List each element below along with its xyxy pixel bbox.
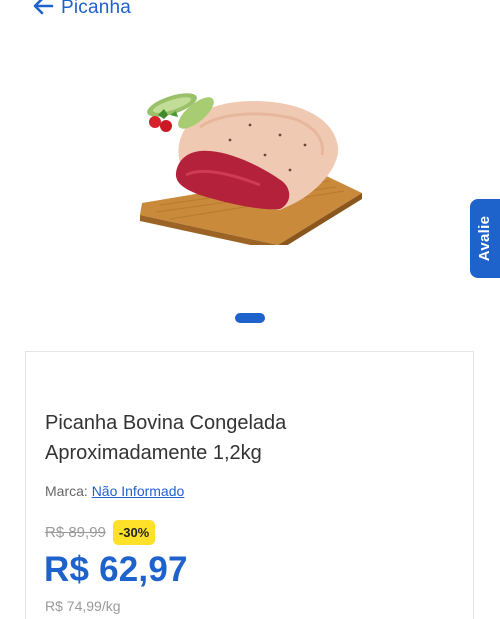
carousel-indicator [0, 313, 500, 323]
back-label: Picanha [61, 0, 132, 18]
brand-row: Marca: Não Informado [45, 483, 184, 499]
top-bar: Picanha [0, 0, 500, 24]
brand-label: Marca: [45, 483, 88, 499]
old-price-row: R$ 89,99 -30% [45, 520, 156, 545]
product-photo [140, 93, 362, 245]
product-info-card: Picanha Bovina Congelada Aproximadamente… [25, 351, 474, 619]
old-price: R$ 89,99 [45, 524, 106, 541]
review-side-tab[interactable]: Avalie [470, 199, 500, 278]
discount-badge: -30% [112, 520, 156, 545]
review-side-tab-label: Avalie [476, 215, 494, 262]
carousel-dot-active[interactable] [235, 313, 265, 323]
current-price: R$ 62,97 [44, 550, 188, 589]
arrow-left-icon [32, 0, 56, 23]
product-page: Picanha Avalie Picanha Bovina Congelada … [0, 0, 500, 619]
unit-price: R$ 74,99/kg [45, 598, 121, 614]
brand-link[interactable]: Não Informado [92, 483, 185, 499]
product-title: Picanha Bovina Congelada Aproximadamente… [45, 412, 287, 464]
product-image-carousel[interactable] [0, 40, 500, 310]
back-button[interactable]: Picanha [32, 0, 131, 22]
